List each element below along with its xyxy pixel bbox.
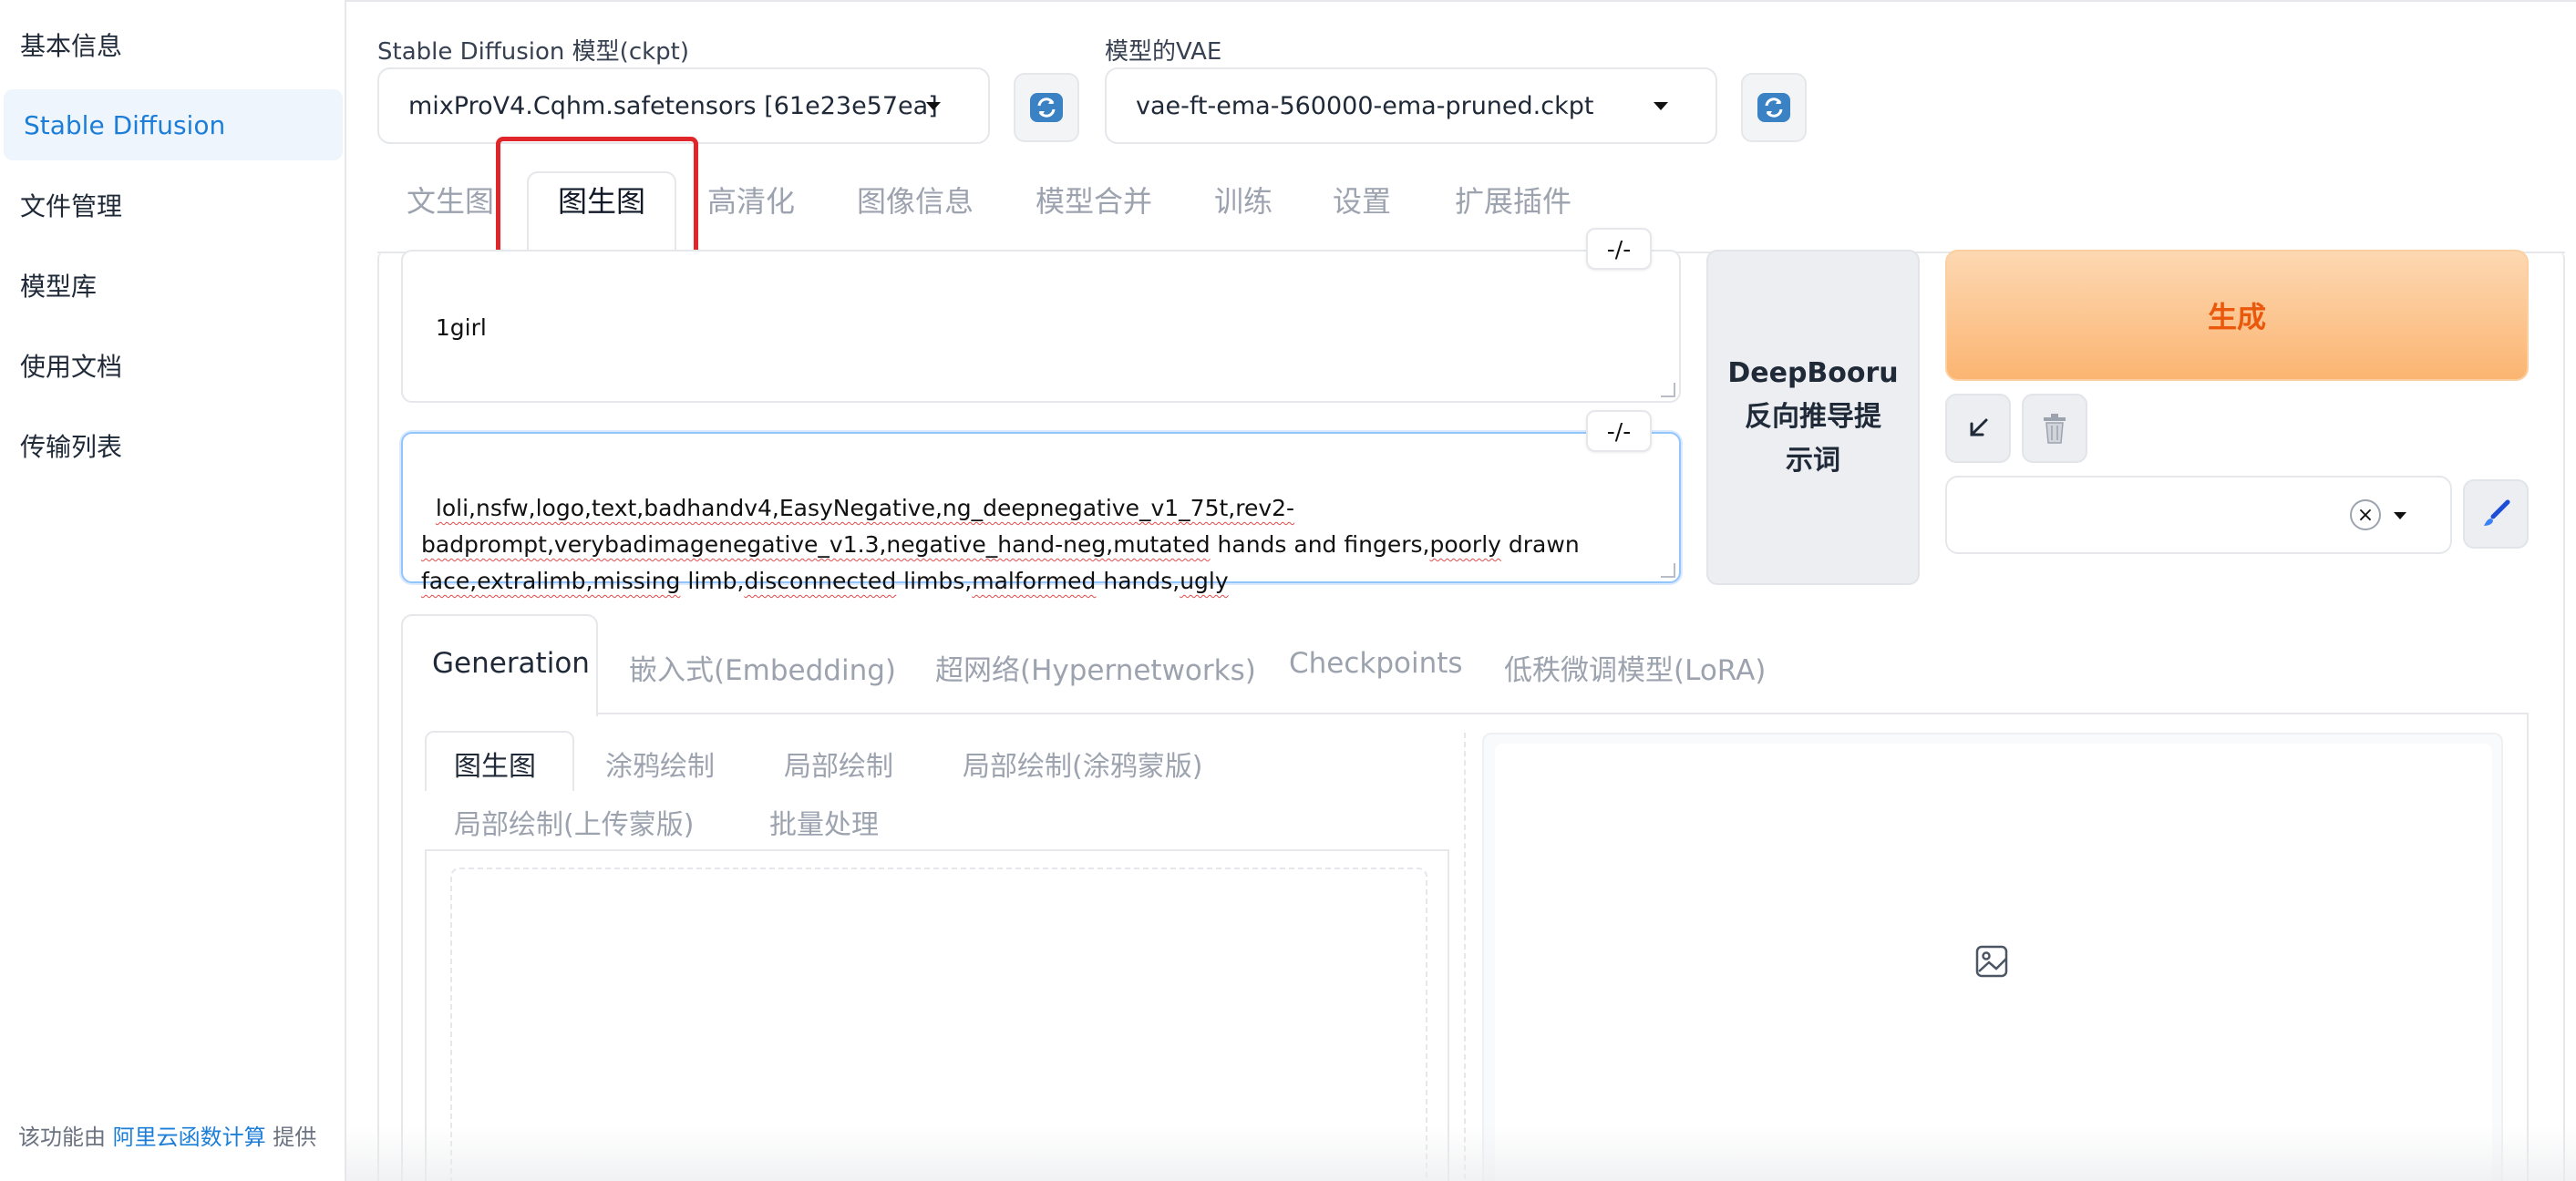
negative-prompt-input[interactable]: loli,nsfw,logo,text,badhandv4,EasyNegati… [401,432,1681,594]
deepbooru-button[interactable]: DeepBooru 反向推导提 示词 [1706,250,1920,585]
styles-select[interactable]: × [1945,476,2452,554]
negative-prompt-toggle[interactable]: -/- [1586,410,1652,452]
tab-lora[interactable]: 低秩微调模型(LoRA) [1504,647,1766,688]
chevron-down-icon [2394,512,2406,519]
chevron-down-icon [1654,102,1668,110]
refresh-icon [1757,93,1790,122]
column-divider [1464,733,1466,1181]
tab-hypernetworks[interactable]: 超网络(Hypernetworks) [935,647,1256,688]
resize-handle-icon[interactable] [1661,383,1675,397]
clear-prompt-button[interactable] [2022,394,2087,463]
vae-label: 模型的VAE [1105,38,1222,66]
deepbooru-label: DeepBooru 反向推导提 示词 [1727,352,1898,483]
clear-icon[interactable]: × [2350,499,2381,530]
footer-link[interactable]: 阿里云函数计算 [113,1125,266,1150]
image-dropzone[interactable] [450,868,1427,1181]
tab-txt2img[interactable]: 文生图 [407,179,494,222]
ckpt-label: Stable Diffusion 模型(ckpt) [377,38,690,66]
tab-checkpoints[interactable]: Checkpoints [1289,647,1463,680]
positive-prompt-toggle[interactable]: -/- [1586,228,1652,270]
tab-inpaint[interactable]: 局部绘制 [784,744,893,784]
sidebar-item-transfer-list[interactable]: 传输列表 [0,410,339,481]
resize-handle-icon[interactable] [1661,563,1675,578]
tab-extras[interactable]: 高清化 [707,179,795,222]
sidebar-item-model-library[interactable]: 模型库 [0,250,339,321]
generate-button[interactable]: 生成 [1945,250,2529,381]
read-params-button[interactable] [1945,394,2011,463]
deepbooru-line1: DeepBooru [1727,357,1899,389]
negative-prompt-segment: hands, [1096,568,1180,594]
edit-styles-button[interactable] [2463,479,2529,549]
negative-prompt-segment: limb,missing [536,568,681,594]
deepbooru-line3: 示词 [1786,445,1840,477]
negative-prompt-segment: drawn [1500,531,1587,558]
negative-prompt-segment: limbs, [896,568,973,594]
tab-checkpoint-merger[interactable]: 模型合并 [1036,179,1152,222]
deepbooru-line2: 反向推导提 [1745,401,1881,433]
trash-icon [2044,414,2066,444]
positive-prompt-text: 1girl [435,314,487,341]
negative-prompt-segment: loli,nsfw,logo,text,badhandv4,EasyNegati… [435,495,1295,521]
negative-prompt-segment: poorly [1429,531,1501,558]
refresh-ckpt-button[interactable] [1014,73,1079,142]
footer-prefix: 该功能由 [18,1125,106,1150]
vae-select[interactable]: vae-ft-ema-560000-ema-pruned.ckpt [1105,67,1717,144]
negative-prompt-text: loli,nsfw,logo,text,badhandv4,EasyNegati… [421,495,1587,594]
refresh-vae-button[interactable] [1741,73,1807,142]
negative-prompt-segment: ugly [1180,568,1229,594]
tab-img2img-basic[interactable]: 图生图 [454,744,536,784]
tab-inpaint-sketch[interactable]: 局部绘制(涂鸦蒙版) [963,744,1202,784]
negative-prompt-segment: badprompt,verybadimagenegative_v1.3,nega… [421,531,1211,558]
chevron-down-icon [926,102,941,110]
negative-prompt-segment: limb, [680,568,745,594]
sidebar-item-basic-info[interactable]: 基本信息 [0,9,339,80]
tab-sketch[interactable]: 涂鸦绘制 [605,744,715,784]
ckpt-select[interactable]: mixProV4.Cqhm.safetensors [61e23e57ea] [377,67,990,144]
sidebar-item-docs[interactable]: 使用文档 [0,330,339,401]
tab-inpaint-upload[interactable]: 局部绘制(上传蒙版) [454,802,694,842]
negative-prompt-segment: face,extra [421,568,537,594]
sidebar-item-stable-diffusion[interactable]: Stable Diffusion [4,89,343,160]
tab-settings[interactable]: 设置 [1333,179,1391,222]
sidebar-item-file-management[interactable]: 文件管理 [0,169,339,241]
tab-png-info[interactable]: 图像信息 [857,179,974,222]
negative-prompt-segment: disconnected [744,568,897,594]
tab-embedding[interactable]: 嵌入式(Embedding) [629,647,896,688]
positive-prompt-input[interactable]: 1girl [401,250,1681,403]
tab-extensions[interactable]: 扩展插件 [1455,179,1571,222]
image-icon [1974,944,2009,982]
tab-batch[interactable]: 批量处理 [769,802,879,842]
highlight-annotation [496,137,698,266]
tab-generation[interactable]: Generation [432,647,590,680]
vae-value: vae-ft-ema-560000-ema-pruned.ckpt [1136,91,1594,120]
tab-train[interactable]: 训练 [1214,179,1273,222]
ckpt-value: mixProV4.Cqhm.safetensors [61e23e57ea] [408,91,938,120]
footer-suffix: 提供 [273,1125,317,1150]
refresh-icon [1030,93,1063,122]
arrow-down-left-icon [1970,418,1988,436]
top-border [346,0,2576,2]
paintbrush-icon [2484,499,2510,526]
sidebar-footer: 该功能由 阿里云函数计算 提供 [18,1119,316,1151]
negative-prompt-segment: hands and fingers, [1210,531,1430,558]
sidebar: 基本信息 Stable Diffusion 文件管理 模型库 使用文档 传输列表… [0,0,346,1181]
negative-prompt-segment: malformed [972,568,1097,594]
